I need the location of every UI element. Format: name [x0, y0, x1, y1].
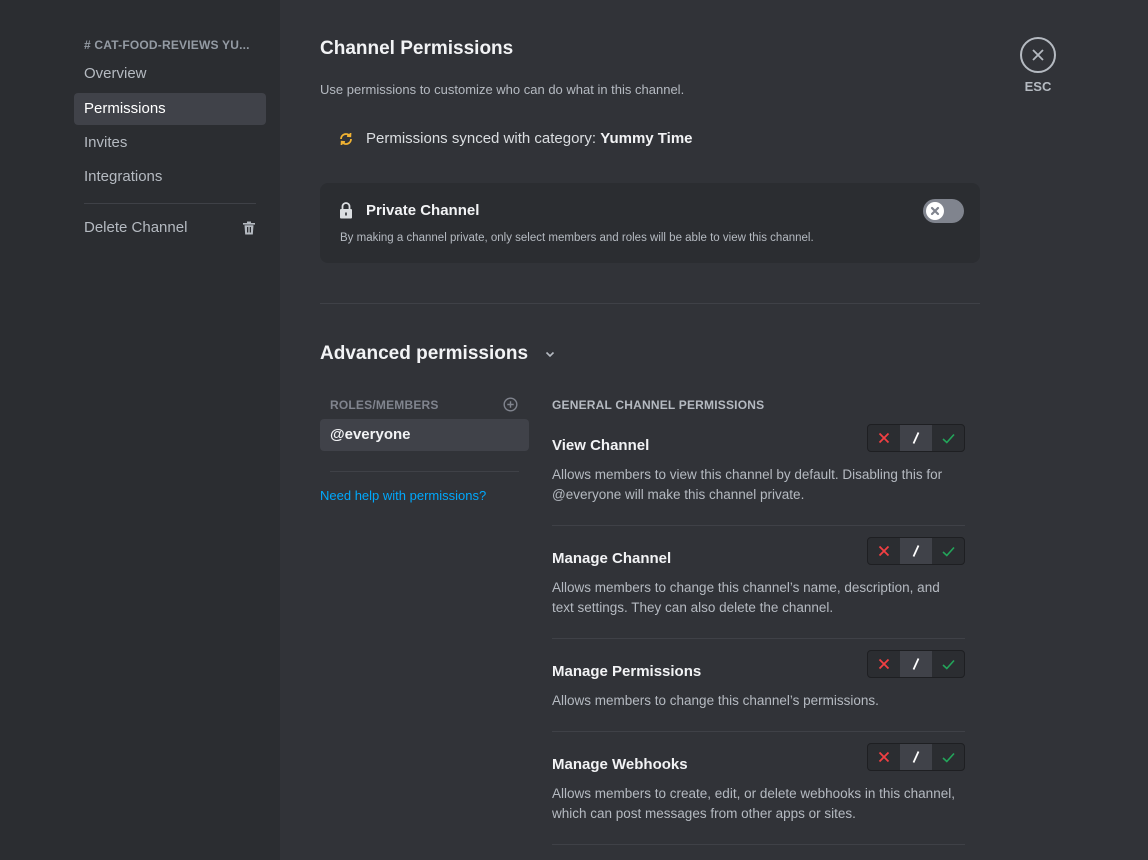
permission-name: Manage Permissions — [552, 663, 702, 680]
x-icon — [930, 206, 940, 216]
add-role-icon[interactable] — [503, 397, 518, 412]
page-title: Channel Permissions — [320, 38, 514, 59]
close-icon — [1032, 49, 1044, 61]
allow-button[interactable] — [932, 538, 964, 564]
permission-tristate — [867, 650, 965, 678]
permission-divider — [552, 731, 965, 732]
neutral-button[interactable] — [900, 538, 932, 564]
settings-sidebar: # CAT-FOOD-REVIEWS YU... Overview Permis… — [0, 0, 280, 860]
deny-button[interactable] — [868, 744, 900, 770]
slash-icon — [912, 751, 920, 763]
permission-name: Manage Webhooks — [552, 756, 688, 773]
neutral-button[interactable] — [900, 744, 932, 770]
roles-divider — [330, 471, 519, 472]
permission-tristate — [867, 424, 965, 452]
x-icon — [878, 751, 890, 763]
permission-description: Allows members to change this channel’s … — [552, 580, 940, 615]
role-item-everyone[interactable]: @everyone — [320, 419, 529, 451]
private-channel-title: Private Channel — [366, 202, 480, 219]
permission-tristate — [867, 743, 965, 771]
private-channel-card: Private Channel By making a channel priv… — [320, 183, 980, 263]
toggle-knob — [926, 202, 944, 220]
deny-button[interactable] — [868, 651, 900, 677]
permission-description: Allows members to change this channel’s … — [552, 693, 879, 708]
page-subtitle: Use permissions to customize who can do … — [320, 82, 685, 97]
roles-members-header: ROLES/MEMBERS — [330, 398, 439, 412]
section-divider — [320, 303, 980, 304]
permission-divider — [552, 525, 965, 526]
x-icon — [878, 545, 890, 557]
check-icon — [941, 433, 955, 444]
slash-icon — [912, 432, 920, 444]
x-icon — [878, 658, 890, 670]
sync-status: Permissions synced with category: Yummy … — [338, 130, 693, 147]
channel-name-header: # CAT-FOOD-REVIEWS YU... — [84, 38, 250, 52]
allow-button[interactable] — [932, 425, 964, 451]
esc-label: ESC — [1024, 79, 1052, 94]
delete-channel-button[interactable]: Delete Channel — [74, 212, 266, 244]
sync-icon — [340, 132, 352, 145]
general-permissions-header: GENERAL CHANNEL PERMISSIONS — [552, 398, 765, 412]
slash-icon — [912, 658, 920, 670]
deny-button[interactable] — [868, 538, 900, 564]
permission-name: View Channel — [552, 437, 650, 454]
deny-button[interactable] — [868, 425, 900, 451]
permission-description: Allows members to create, edit, or delet… — [552, 786, 955, 821]
permission-divider — [552, 844, 965, 845]
x-icon — [878, 432, 890, 444]
check-icon — [941, 752, 955, 763]
advanced-permissions-toggle[interactable]: Advanced permissions — [320, 343, 556, 365]
permissions-help-link[interactable]: Need help with permissions? — [320, 488, 486, 503]
permission-description: Allows members to view this channel by d… — [552, 467, 943, 502]
neutral-button[interactable] — [900, 425, 932, 451]
private-channel-toggle[interactable] — [923, 199, 964, 223]
permission-name: Manage Channel — [552, 550, 672, 567]
lock-icon — [340, 202, 352, 219]
neutral-button[interactable] — [900, 651, 932, 677]
sync-text: Permissions synced with category: — [366, 130, 601, 147]
permission-tristate — [867, 537, 965, 565]
sidebar-divider — [84, 203, 256, 204]
sidebar-item-overview[interactable]: Overview — [74, 58, 266, 90]
slash-icon — [912, 545, 920, 557]
trash-icon — [243, 221, 255, 235]
allow-button[interactable] — [932, 651, 964, 677]
private-channel-description: By making a channel private, only select… — [340, 232, 814, 244]
check-icon — [941, 659, 955, 670]
permission-divider — [552, 638, 965, 639]
advanced-permissions-title: Advanced permissions — [320, 343, 529, 364]
sidebar-item-permissions[interactable]: Permissions — [74, 93, 266, 125]
sidebar-item-integrations[interactable]: Integrations — [74, 161, 266, 193]
check-icon — [941, 546, 955, 557]
delete-channel-label: Delete Channel — [84, 219, 188, 236]
close-circle — [1020, 37, 1056, 73]
close-settings-button[interactable]: ESC — [1020, 37, 1056, 94]
sidebar-item-invites[interactable]: Invites — [74, 127, 266, 159]
synced-category-name: Yummy Time — [600, 130, 693, 147]
allow-button[interactable] — [932, 744, 964, 770]
chevron-down-icon — [545, 351, 555, 358]
